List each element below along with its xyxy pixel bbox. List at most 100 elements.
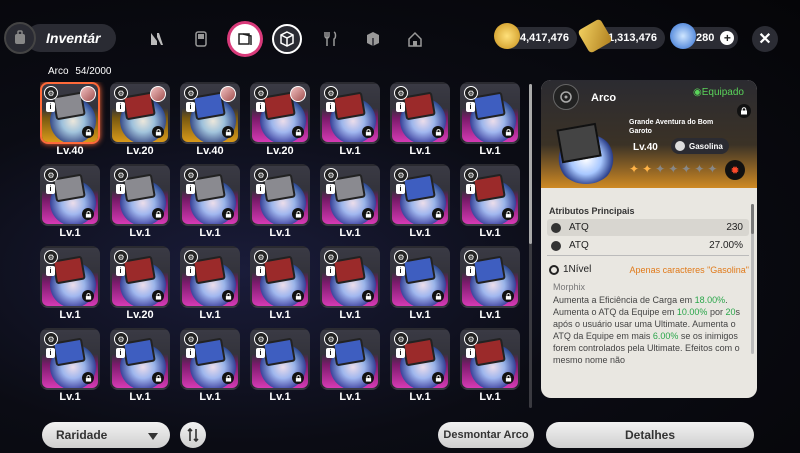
box-icon[interactable] bbox=[272, 24, 302, 54]
arc-item-card[interactable]: ⚙ i Lv.1 bbox=[320, 82, 380, 160]
arc-item-card[interactable]: ⚙ i Lv.1 bbox=[40, 164, 100, 242]
arc-item-card[interactable]: ⚙ i Lv.20 bbox=[110, 246, 170, 324]
list-count: 54/2000 bbox=[75, 66, 112, 77]
arc-item-card[interactable]: ⚙ i Lv.1 bbox=[110, 164, 170, 242]
grid-scrollbar[interactable] bbox=[529, 84, 532, 244]
character-name: Gasolina bbox=[689, 141, 723, 151]
arc-item-card[interactable]: ⚙ i Lv.1 bbox=[460, 82, 520, 160]
arc-item-card[interactable]: ⚙ i Lv.20 bbox=[250, 82, 310, 160]
arc-item-card[interactable]: ⚙ i Lv.1 bbox=[250, 164, 310, 242]
arc-item-card[interactable]: ⚙ i Lv.1 bbox=[390, 328, 450, 406]
item-level: Lv.1 bbox=[409, 145, 431, 157]
arc-item-card[interactable]: ⚙ i Lv.1 bbox=[460, 164, 520, 242]
info-icon: i bbox=[46, 348, 55, 358]
arc-item-card[interactable]: ⚙ i Lv.1 bbox=[390, 164, 450, 242]
close-button[interactable]: ✕ bbox=[752, 26, 778, 52]
backpack-icon[interactable] bbox=[4, 22, 36, 54]
info-icon: i bbox=[256, 102, 265, 112]
arc-item-image: ⚙ i bbox=[180, 164, 240, 226]
info-icon: i bbox=[116, 266, 125, 276]
fork-knife-icon[interactable] bbox=[316, 24, 346, 54]
attack-icon bbox=[551, 240, 561, 251]
crystal-amount: 280 bbox=[696, 32, 715, 44]
arc-item-image: ⚙ i bbox=[320, 328, 380, 390]
sort-dropdown[interactable]: Raridade bbox=[42, 422, 170, 448]
item-level: Lv.1 bbox=[409, 309, 431, 321]
item-level: Lv.40 bbox=[56, 145, 84, 157]
arc-item-card[interactable]: ⚙ i Lv.1 bbox=[390, 82, 450, 160]
lock-icon bbox=[152, 126, 164, 138]
n-logo-icon[interactable] bbox=[142, 24, 172, 54]
lock-icon bbox=[502, 290, 514, 302]
item-level: Lv.1 bbox=[479, 391, 501, 403]
item-count: Arco 54/2000 bbox=[48, 66, 112, 77]
gear-icon: ⚙ bbox=[114, 168, 128, 182]
arc-item-card[interactable]: ⚙ i Lv.1 bbox=[110, 328, 170, 406]
list-label: Arco bbox=[48, 66, 69, 77]
arc-item-card[interactable]: ⚙ i Lv.40 bbox=[180, 82, 240, 160]
arc-item-image: ⚙ i bbox=[180, 328, 240, 390]
currency-ticket: 1,313,476 bbox=[577, 18, 665, 54]
arc-item-card[interactable]: ⚙ i Lv.40 bbox=[40, 82, 100, 160]
arc-item-card[interactable]: ⚙ i Lv.1 bbox=[180, 246, 240, 324]
skill-level: 1Nível bbox=[563, 264, 592, 275]
arc-item-image: ⚙ i bbox=[460, 164, 520, 226]
arc-item-card[interactable]: ⚙ i Lv.20 bbox=[110, 82, 170, 160]
arc-item-image: ⚙ i bbox=[250, 164, 310, 226]
add-crystal-icon[interactable]: + bbox=[720, 31, 735, 45]
gear-icon: ⚙ bbox=[324, 250, 338, 264]
arc-item-card[interactable]: ⚙ i Lv.1 bbox=[390, 246, 450, 324]
arc-item-card[interactable]: ⚙ i Lv.1 bbox=[40, 328, 100, 406]
info-icon: i bbox=[466, 102, 475, 112]
dismantle-button[interactable]: Desmontar Arco bbox=[438, 422, 534, 448]
gear-icon: ⚙ bbox=[254, 168, 268, 182]
arc-item-image: ⚙ i bbox=[40, 246, 100, 308]
lock-icon bbox=[292, 372, 304, 384]
gear-icon: ⚙ bbox=[184, 168, 198, 182]
close-icon: ✕ bbox=[758, 31, 772, 48]
lock-icon bbox=[502, 126, 514, 138]
home-icon[interactable] bbox=[400, 24, 430, 54]
arc-item-card[interactable]: ⚙ i Lv.1 bbox=[320, 246, 380, 324]
gear-icon: ⚙ bbox=[44, 86, 58, 100]
lock-icon bbox=[152, 290, 164, 302]
star-empty-icon: ✦ bbox=[681, 162, 692, 176]
lock-icon bbox=[152, 372, 164, 384]
top-bar: Inventár 4,417,476 1,313,476 280 + ✕ bbox=[0, 0, 800, 76]
sort-toggle-button[interactable] bbox=[180, 422, 206, 448]
arc-item-card[interactable]: ⚙ i Lv.1 bbox=[40, 246, 100, 324]
detail-scrollbar[interactable] bbox=[751, 204, 754, 234]
cube-icon[interactable] bbox=[358, 24, 388, 54]
item-level: Lv.1 bbox=[409, 391, 431, 403]
arc-item-image: ⚙ i bbox=[390, 328, 450, 390]
disc-icon bbox=[553, 84, 579, 110]
arc-item-card[interactable]: ⚙ i Lv.1 bbox=[460, 328, 520, 406]
disc-icon[interactable] bbox=[230, 24, 260, 54]
arc-item-card[interactable]: ⚙ i Lv.1 bbox=[460, 246, 520, 324]
arc-item-image: ⚙ i bbox=[250, 328, 310, 390]
arc-item-image: ⚙ i bbox=[390, 164, 450, 226]
avatar bbox=[290, 86, 306, 102]
arc-item-card[interactable]: ⚙ i Lv.1 bbox=[180, 328, 240, 406]
stat-row: ATQ 230 bbox=[547, 219, 749, 236]
details-button[interactable]: Detalhes bbox=[546, 422, 754, 448]
arc-item-image: ⚙ i bbox=[320, 82, 380, 144]
item-level: Lv.1 bbox=[269, 309, 291, 321]
star-empty-icon: ✦ bbox=[668, 162, 679, 176]
sort-arrows-icon bbox=[187, 428, 199, 442]
arc-item-card[interactable]: ⚙ i Lv.1 bbox=[250, 328, 310, 406]
info-icon: i bbox=[256, 266, 265, 276]
info-icon: i bbox=[46, 102, 55, 112]
lock-icon[interactable] bbox=[737, 104, 751, 118]
arc-item-card[interactable]: ⚙ i Lv.1 bbox=[250, 246, 310, 324]
item-level: Lv.1 bbox=[199, 391, 221, 403]
item-level: Lv.1 bbox=[339, 391, 361, 403]
arc-item-card[interactable]: ⚙ i Lv.1 bbox=[180, 164, 240, 242]
avatar bbox=[150, 86, 166, 102]
info-icon: i bbox=[326, 266, 335, 276]
gamepad-icon[interactable] bbox=[186, 24, 216, 54]
arc-item-card[interactable]: ⚙ i Lv.1 bbox=[320, 164, 380, 242]
inventory-title-pill: Inventár bbox=[26, 24, 116, 52]
arc-item-card[interactable]: ⚙ i Lv.1 bbox=[320, 328, 380, 406]
dismantle-label: Desmontar Arco bbox=[443, 429, 529, 441]
